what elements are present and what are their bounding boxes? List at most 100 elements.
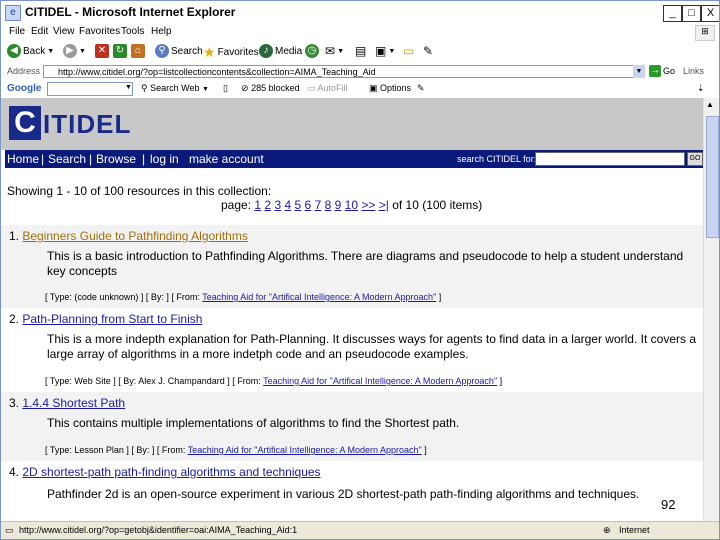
edit-page-icon: ▣ bbox=[375, 44, 387, 58]
print-button[interactable]: ▤ bbox=[355, 44, 366, 58]
scroll-up-icon[interactable]: ▲ bbox=[706, 100, 714, 109]
chevron-down-icon: ▼ bbox=[388, 47, 396, 55]
slide-number: 92 bbox=[661, 497, 676, 512]
address-bar: Address http://www.citidel.org/?op=listc… bbox=[1, 63, 719, 82]
go-button[interactable]: → Go bbox=[649, 65, 675, 77]
menu-help[interactable]: Help bbox=[151, 26, 172, 37]
result-meta: [ Type: (code unknown) ] [ By: ] [ From:… bbox=[45, 292, 441, 302]
close-button[interactable]: X bbox=[701, 5, 719, 22]
site-banner: C ITIDEL bbox=[1, 98, 703, 150]
nav-home[interactable]: Home bbox=[7, 152, 39, 166]
site-search-input[interactable] bbox=[535, 152, 685, 166]
go-arrow-icon: → bbox=[649, 65, 661, 77]
back-button[interactable]: ◀ Back ▼ bbox=[7, 44, 54, 58]
browser-window: e CITIDEL - Microsoft Internet Explorer … bbox=[0, 0, 720, 540]
menu-favorites[interactable]: Favorites bbox=[79, 26, 120, 37]
edit-button[interactable]: ▣ ▼ bbox=[375, 44, 395, 58]
nav-separator: | bbox=[142, 152, 146, 166]
page-link-2[interactable]: 2 bbox=[264, 198, 271, 212]
vertical-scrollbar[interactable]: ▲ bbox=[703, 98, 719, 521]
page-link-7[interactable]: 7 bbox=[315, 198, 322, 212]
site-search-label: search CITIDEL for: bbox=[457, 154, 537, 164]
page-link-3[interactable]: 3 bbox=[274, 198, 281, 212]
page-link-5[interactable]: 5 bbox=[295, 198, 302, 212]
window-title: CITIDEL - Microsoft Internet Explorer bbox=[25, 5, 236, 19]
page-link-1[interactable]: 1 bbox=[254, 198, 261, 212]
nav-search[interactable]: Search bbox=[48, 152, 86, 166]
maximize-button[interactable]: □ bbox=[682, 5, 701, 22]
result-number: 1. bbox=[9, 229, 20, 243]
page-info-icon[interactable]: ▯ bbox=[223, 83, 228, 94]
history-icon: ◷ bbox=[305, 44, 319, 58]
standard-toolbar: ◀ Back ▼ ▶ ▼ ✕ ↻ ⌂ ⚲ Search ★ Favorites … bbox=[1, 41, 719, 64]
internet-zone-icon: ⊕ bbox=[603, 525, 611, 535]
site-search-go-button[interactable]: GO bbox=[687, 152, 703, 166]
minimize-button[interactable]: _ bbox=[663, 5, 682, 22]
autofill-button[interactable]: ▭ AutoFill bbox=[307, 83, 348, 94]
collection-link[interactable]: Teaching Aid for "Artifical Intelligence… bbox=[188, 445, 422, 455]
address-dropdown-icon[interactable]: ▼ bbox=[633, 65, 645, 78]
forward-button[interactable]: ▶ ▼ bbox=[63, 44, 86, 58]
collection-link[interactable]: Teaching Aid for "Artifical Intelligence… bbox=[263, 376, 497, 386]
nav-browse[interactable]: Browse bbox=[96, 152, 136, 166]
chevron-down-icon[interactable]: ▼ bbox=[125, 84, 132, 91]
result-title-link[interactable]: 1.4.4 Shortest Path bbox=[22, 396, 125, 410]
discuss-button[interactable]: ▭ bbox=[403, 44, 414, 58]
page-link-last[interactable]: >| bbox=[379, 198, 389, 212]
media-button[interactable]: ♪ Media bbox=[259, 44, 302, 58]
stop-button[interactable]: ✕ bbox=[95, 44, 109, 58]
google-search-input[interactable] bbox=[47, 82, 133, 96]
google-toolbar: Google ▼ ⚲ Search Web ▼ ▯ ⊘ 285 blocked … bbox=[1, 81, 719, 99]
search-button[interactable]: ⚲ Search bbox=[155, 44, 203, 58]
mail-icon: ✉ bbox=[325, 44, 336, 58]
nav-login[interactable]: log in bbox=[150, 152, 179, 166]
chevron-down-icon: ▼ bbox=[201, 86, 209, 93]
result-number: 3. bbox=[9, 396, 20, 410]
meta-prefix: [ Type: (code unknown) ] [ By: ] [ From: bbox=[45, 292, 203, 302]
menu-file[interactable]: File bbox=[9, 26, 25, 37]
favorites-button[interactable]: ★ Favorites bbox=[203, 44, 259, 61]
result-title-link[interactable]: Beginners Guide to Pathfinding Algorithm… bbox=[22, 229, 247, 243]
page-link-4[interactable]: 4 bbox=[284, 198, 291, 212]
citidel-logo: C ITIDEL bbox=[9, 106, 131, 140]
collection-link[interactable]: Teaching Aid for "Artifical Intelligence… bbox=[202, 292, 436, 302]
result-description: Pathfinder 2d is an open-source experime… bbox=[47, 487, 640, 501]
menu-tools[interactable]: Tools bbox=[121, 26, 144, 37]
status-bar: ▭ http://www.citidel.org/?op=getobj&iden… bbox=[1, 521, 719, 539]
page-link-next[interactable]: >> bbox=[361, 198, 375, 212]
address-url: http://www.citidel.org/?op=listcollectio… bbox=[58, 67, 376, 77]
pencil-icon[interactable]: ✎ bbox=[417, 83, 425, 94]
refresh-button[interactable]: ↻ bbox=[113, 44, 127, 58]
autofill-label: AutoFill bbox=[317, 83, 348, 93]
page-link-6[interactable]: 6 bbox=[305, 198, 312, 212]
menu-bar: File Edit View Favorites Tools Help ⊞ bbox=[1, 23, 719, 42]
nav-make-account[interactable]: make account bbox=[189, 152, 264, 166]
scrollbar-thumb[interactable] bbox=[706, 116, 719, 238]
pagination: page: 1 2 3 4 5 6 7 8 9 10 >> >| of 10 (… bbox=[221, 198, 482, 212]
page-link-9[interactable]: 9 bbox=[335, 198, 342, 212]
nav-separator: | bbox=[41, 152, 45, 166]
forward-arrow-icon: ▶ bbox=[63, 44, 77, 58]
address-input[interactable]: http://www.citidel.org/?op=listcollectio… bbox=[43, 65, 645, 78]
meta-suffix: ] bbox=[497, 376, 503, 386]
menu-edit[interactable]: Edit bbox=[31, 26, 48, 37]
history-button[interactable]: ◷ bbox=[305, 44, 319, 58]
logo-c-block: C bbox=[9, 106, 41, 140]
search-web-button[interactable]: ⚲ Search Web ▼ bbox=[141, 83, 209, 94]
back-arrow-icon: ◀ bbox=[7, 44, 21, 58]
links-label[interactable]: Links bbox=[683, 66, 704, 76]
result-title-link[interactable]: 2D shortest-path path-finding algorithms… bbox=[22, 465, 320, 479]
page-link-8[interactable]: 8 bbox=[325, 198, 332, 212]
research-icon: ✎ bbox=[423, 44, 434, 58]
result-title-link[interactable]: Path-Planning from Start to Finish bbox=[22, 312, 202, 326]
research-button[interactable]: ✎ bbox=[423, 44, 433, 58]
mail-button[interactable]: ✉ ▼ bbox=[325, 44, 344, 58]
menu-view[interactable]: View bbox=[53, 26, 75, 37]
chevron-down-icon: ▼ bbox=[79, 47, 86, 55]
google-menu-icon[interactable]: ⇣ bbox=[697, 83, 705, 94]
popup-blocker-button[interactable]: ⊘ 285 blocked bbox=[241, 83, 300, 94]
page-link-10[interactable]: 10 bbox=[345, 198, 358, 212]
home-button[interactable]: ⌂ bbox=[131, 44, 145, 58]
options-button[interactable]: ▣ Options bbox=[369, 83, 411, 94]
refresh-icon: ↻ bbox=[113, 44, 127, 58]
